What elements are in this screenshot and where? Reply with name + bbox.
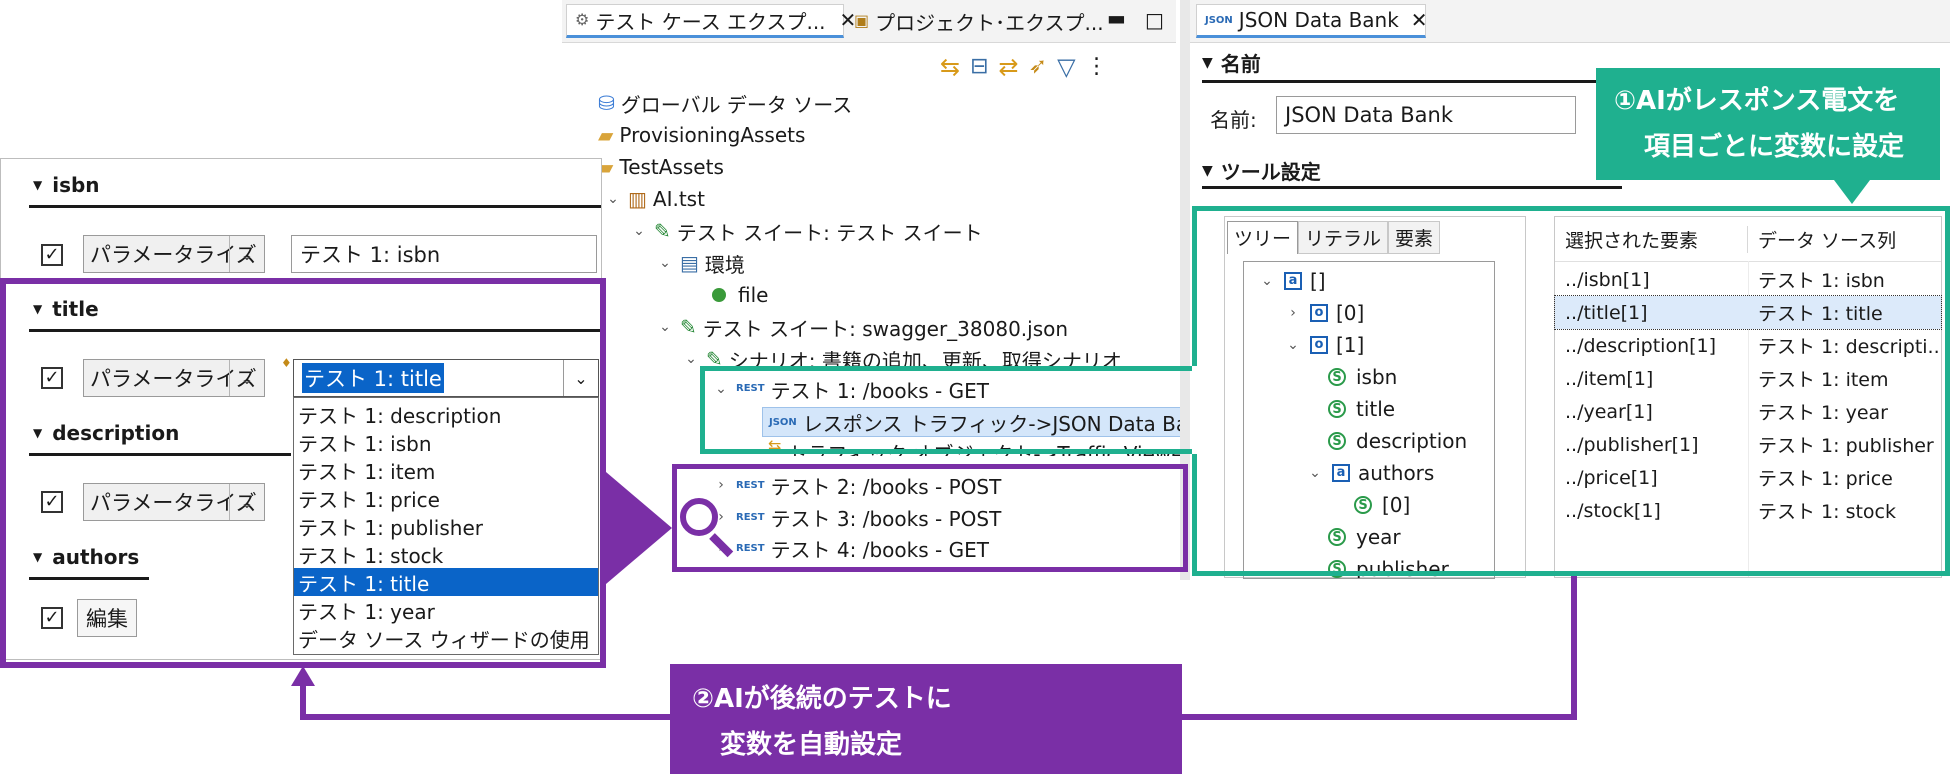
teal-highlight-databank: [1192, 206, 1950, 576]
section-title: 名前: [1220, 52, 1261, 76]
flow-line-vertical-right: [1571, 576, 1577, 720]
tree-item-provisioning-assets[interactable]: ▰ ProvisioningAssets: [598, 120, 805, 150]
tab-test-case-explorer[interactable]: ⚙ テスト ケース エクスプ... ✕: [566, 4, 856, 38]
tree-label: テスト スイート: swagger_38080.json: [702, 316, 1069, 341]
tree-label: ProvisioningAssets: [619, 123, 806, 147]
test-suite-icon: ✎: [654, 219, 671, 243]
section-title: isbn: [52, 173, 100, 197]
chevron-down-icon: ▼: [1202, 54, 1213, 71]
chevron-down-icon: ⌄: [229, 236, 264, 272]
flow-line-vertical-left: [300, 684, 306, 720]
filter-icon[interactable]: ▽: [1057, 55, 1075, 79]
green-dot-icon: [712, 288, 726, 302]
section-isbn[interactable]: ▼ isbn: [33, 173, 100, 197]
sync-icon[interactable]: ⇆: [940, 55, 960, 79]
chevron-down-icon[interactable]: ⌄: [656, 319, 674, 335]
explorer-tabbar: ⚙ テスト ケース エクスプ... ✕ ▣ プロジェクト･エクスプ... ▬ □: [562, 0, 1176, 43]
chevron-down-icon[interactable]: ⌄: [604, 191, 622, 207]
tree-label: グローバル データ ソース: [620, 92, 853, 117]
tree-label: テスト スイート: テスト スイート: [676, 220, 983, 245]
purple-highlight-tests: [672, 464, 1188, 572]
chevron-down-icon[interactable]: ⌄: [656, 255, 674, 271]
magnifier-icon: [680, 498, 718, 536]
teal-highlight-test1: [700, 366, 1198, 454]
test-suite-icon: ✎: [680, 315, 697, 339]
teal-connector: [1192, 366, 1202, 454]
tree-item-global-datasource[interactable]: ⛁ グローバル データ ソース: [598, 88, 852, 118]
environment-icon: ▤: [680, 251, 699, 275]
section-tool-header[interactable]: ▼ ツール設定: [1202, 156, 1321, 185]
tree-item-test-assets[interactable]: ▰ TestAssets: [598, 152, 724, 182]
chevron-down-icon: ▼: [33, 178, 43, 192]
callout-line: 項目ごとに変数に設定: [1644, 132, 1905, 162]
minimize-icon[interactable]: ▬: [1107, 8, 1126, 28]
section-divider: [29, 205, 601, 208]
chevron-down-icon: ▼: [1202, 162, 1213, 179]
section-name-header[interactable]: ▼ 名前: [1202, 48, 1261, 77]
tree-item-suite-swagger[interactable]: ⌄ ✎ テスト スイート: swagger_38080.json: [656, 312, 1068, 342]
database-icon: ⛁: [598, 91, 615, 115]
tree-item-environment[interactable]: ⌄ ▤ 環境: [656, 248, 745, 278]
databank-tabbar: JSON JSON Data Bank ✕: [1190, 0, 1950, 43]
tree-item-ai-tst[interactable]: ⌄ ▥ AI.tst: [604, 184, 705, 214]
isbn-value-input[interactable]: テスト 1: isbn: [291, 235, 597, 273]
tab-label: プロジェクト･エクスプ...: [875, 10, 1104, 35]
chevron-down-icon[interactable]: ⌄: [630, 223, 648, 239]
tree-item-file[interactable]: file: [712, 280, 768, 310]
section-divider: [1202, 186, 1622, 189]
more-options-icon[interactable]: ⋮: [1086, 56, 1108, 78]
name-input[interactable]: JSON Data Bank: [1276, 96, 1576, 134]
gear-icon: ⚙: [575, 10, 590, 29]
rocket-icon[interactable]: ➶: [1029, 56, 1047, 78]
explorer-toolbar: ⇆ ⊟ ⇄ ➶ ▽ ⋮: [940, 50, 1170, 84]
callout-ai-sets-response: ①AIがレスポンス電文を 項目ごとに変数に設定: [1596, 68, 1940, 180]
purple-highlight-form: [0, 278, 606, 668]
section-divider: [1202, 80, 1622, 83]
flow-arrowhead-up: [291, 666, 315, 686]
name-label: 名前:: [1210, 108, 1257, 132]
section-title: ツール設定: [1220, 160, 1321, 184]
close-icon[interactable]: ✕: [1411, 10, 1428, 30]
maximize-icon[interactable]: □: [1145, 10, 1164, 30]
tab-json-databank[interactable]: JSON JSON Data Bank ✕: [1196, 4, 1428, 38]
project-icon: ▣: [854, 11, 870, 30]
test-file-icon: ▥: [628, 187, 647, 211]
callout-line: ②AIが後続のテストに: [692, 684, 952, 714]
link-icon[interactable]: ⇄: [999, 55, 1019, 79]
callout-ai-auto-sets: ②AIが後続のテストに 変数を自動設定: [670, 664, 1182, 774]
tree-label: TestAssets: [619, 155, 724, 179]
purple-arrow-left: [606, 472, 672, 584]
callout-line: 変数を自動設定: [720, 730, 903, 760]
folder-icon: ▰: [598, 123, 614, 147]
json-icon: JSON: [1205, 14, 1233, 26]
callout-pointer: [1834, 180, 1870, 204]
collapse-all-icon[interactable]: ⊟: [970, 56, 988, 78]
tab-label: JSON Data Bank: [1238, 8, 1399, 32]
tab-label: テスト ケース エクスプ...: [595, 9, 826, 34]
chevron-down-icon[interactable]: ⌄: [682, 351, 700, 367]
tree-label: 環境: [704, 252, 745, 277]
isbn-checkbox[interactable]: ✓: [41, 244, 63, 266]
tab-project-explorer[interactable]: ▣ プロジェクト･エクスプ...: [846, 4, 1104, 38]
tree-label: file: [738, 283, 769, 307]
tree-label: AI.tst: [652, 187, 705, 211]
isbn-mode-select[interactable]: パラメータライズ ⌄: [83, 235, 265, 273]
callout-line: ①AIがレスポンス電文を: [1614, 86, 1900, 116]
tree-item-suite-1[interactable]: ⌄ ✎ テスト スイート: テスト スイート: [630, 216, 983, 246]
